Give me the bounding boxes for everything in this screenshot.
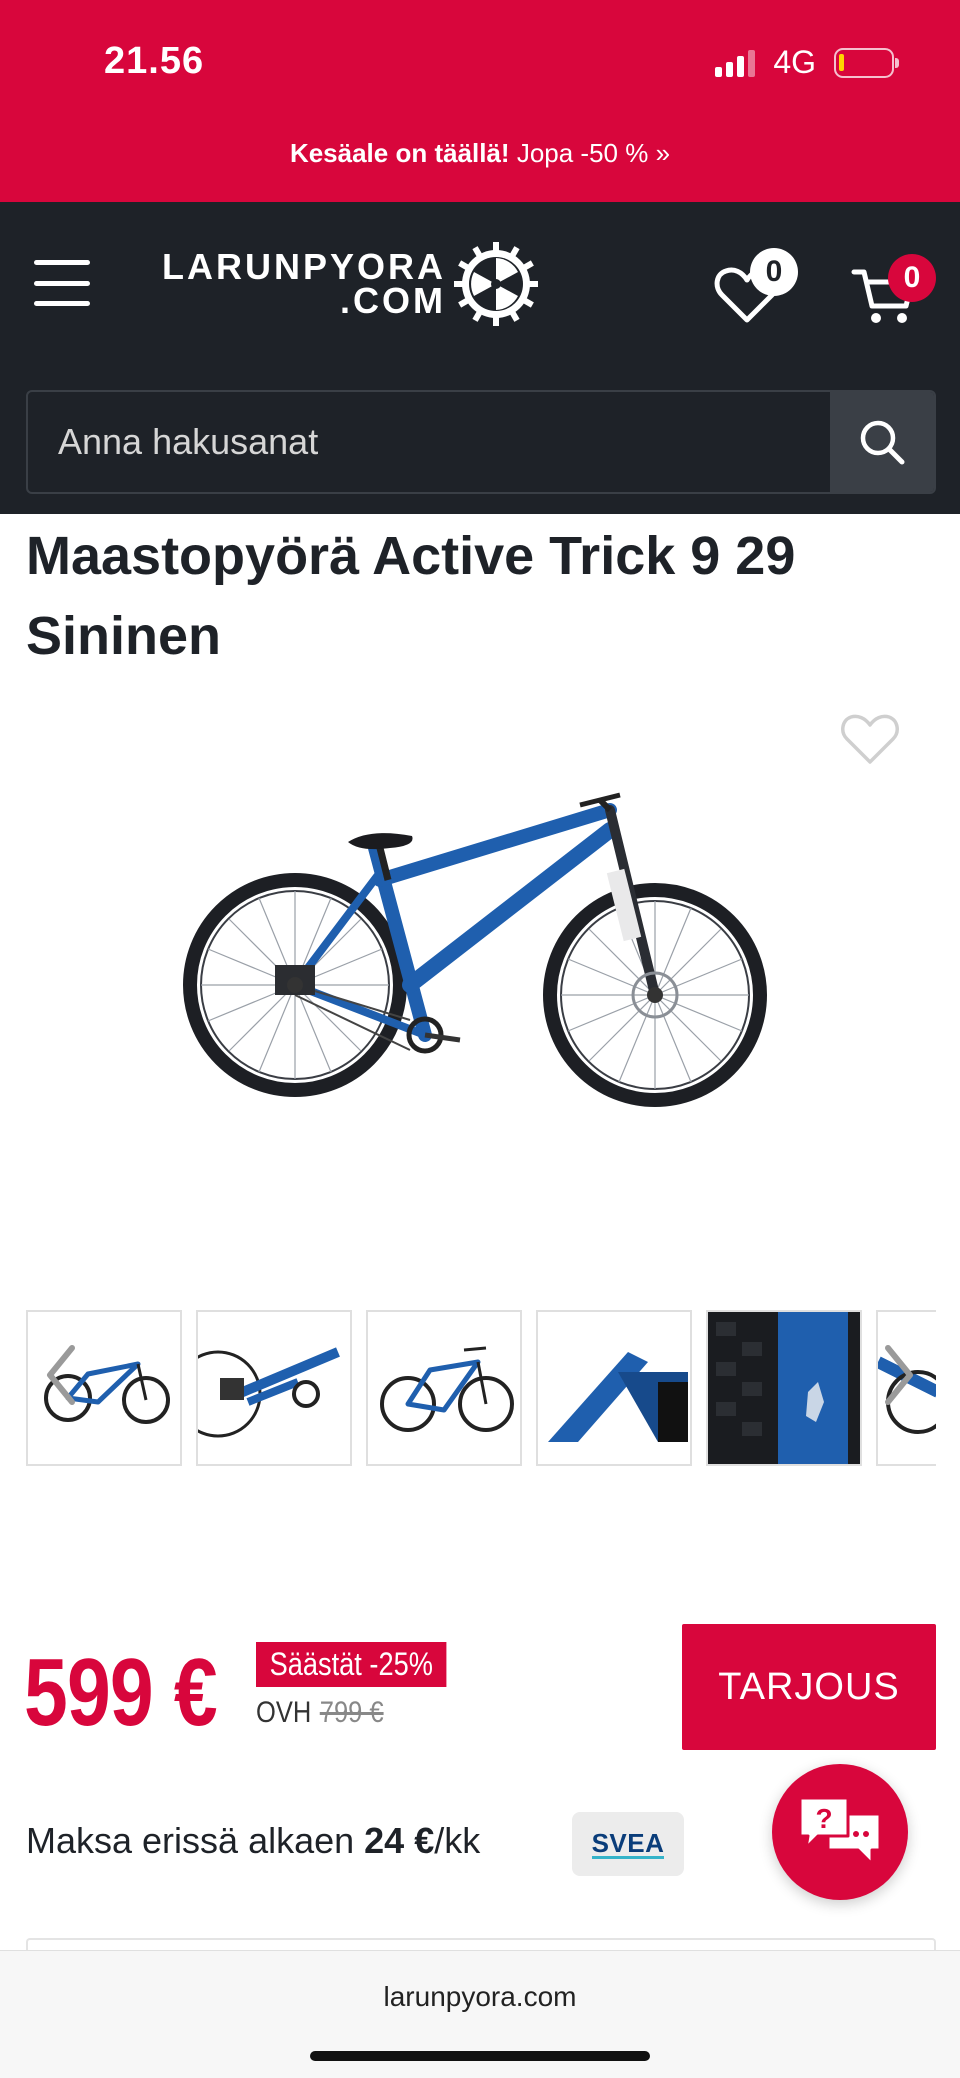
- svea-label: SVEA: [591, 1827, 665, 1859]
- battery-icon: [834, 47, 899, 78]
- promo-text: Jopa -50 % »: [516, 138, 671, 168]
- product-price: 599 €: [24, 1639, 218, 1746]
- thumbnail-image: [548, 1352, 688, 1442]
- installment-info: Maksa erissä alkaen 24 €/kk: [26, 1820, 480, 1862]
- ovh-label: OVH: [256, 1696, 312, 1729]
- url-display[interactable]: larunpyora.com: [0, 1981, 960, 2013]
- thumbnail-2[interactable]: [196, 1310, 352, 1466]
- discount-badge: Säästät -25%: [256, 1642, 447, 1687]
- status-time: 21.56: [104, 40, 205, 82]
- search-icon: [860, 420, 905, 465]
- bike-illustration: [183, 792, 767, 1107]
- thumbnail-strip: [26, 1310, 936, 1466]
- promo-link[interactable]: Kesäale on täällä! Jopa -50 % »: [0, 138, 960, 169]
- thumbnail-4[interactable]: [536, 1310, 692, 1466]
- product-title: Maastopyörä Active Trick 9 29 Sininen: [26, 526, 796, 666]
- svea-logo: SVEA: [572, 1812, 684, 1876]
- thumbnail-3[interactable]: [366, 1310, 522, 1466]
- cart-button[interactable]: 0: [851, 246, 946, 326]
- ovh-price: 799 €: [319, 1696, 384, 1729]
- add-to-wishlist-heart-icon[interactable]: [840, 710, 900, 766]
- logo-text: LARUNPYORA .COM: [162, 246, 447, 321]
- network-label: 4G: [773, 44, 816, 80]
- site-header: LARUNPYORA .COM 0 0 Anna hakusanat: [0, 202, 960, 514]
- search-bar: [26, 390, 936, 494]
- chat-bubbles-icon: ?: [798, 1796, 882, 1866]
- offer-button[interactable]: TARJOUS: [682, 1624, 936, 1750]
- promo-bold: Kesäale on täällä!: [289, 138, 510, 168]
- installment-amount: 24 €: [364, 1820, 435, 1861]
- thumbnail-prev-arrow-icon[interactable]: [40, 1340, 80, 1410]
- search-button[interactable]: [830, 392, 934, 492]
- original-price: OVH 799 €: [256, 1696, 384, 1730]
- search-input[interactable]: [28, 392, 830, 492]
- product-image[interactable]: [180, 790, 780, 1140]
- status-indicators: 4G: [715, 44, 899, 81]
- home-indicator[interactable]: [310, 2051, 650, 2061]
- installment-suffix: /kk: [434, 1820, 481, 1861]
- logo-line1: LARUNPYORA: [162, 246, 447, 287]
- thumbnail-image: [708, 1312, 860, 1464]
- gear-logo-icon: [454, 242, 539, 326]
- top-banner: 21.56 4G Kesäale on täällä! Jopa -50 % »: [0, 0, 960, 202]
- thumbnail-image: [380, 1346, 514, 1432]
- signal-icon: [715, 49, 756, 77]
- chat-button[interactable]: ?: [772, 1764, 908, 1900]
- site-logo[interactable]: LARUNPYORA .COM: [162, 242, 539, 326]
- cart-count-badge: 0: [888, 254, 936, 302]
- thumbnail-image: [198, 1347, 340, 1438]
- browser-bar: larunpyora.com: [0, 1950, 960, 2078]
- svg-text:?: ?: [815, 1803, 832, 1834]
- wishlist-button[interactable]: 0: [712, 246, 802, 326]
- wishlist-count-badge: 0: [750, 248, 798, 296]
- thumbnail-next-arrow-icon[interactable]: [880, 1340, 920, 1410]
- logo-line2: .COM: [340, 280, 447, 321]
- installment-prefix: Maksa erissä alkaen: [26, 1820, 365, 1861]
- thumbnail-5[interactable]: [706, 1310, 862, 1466]
- menu-icon[interactable]: [34, 260, 90, 306]
